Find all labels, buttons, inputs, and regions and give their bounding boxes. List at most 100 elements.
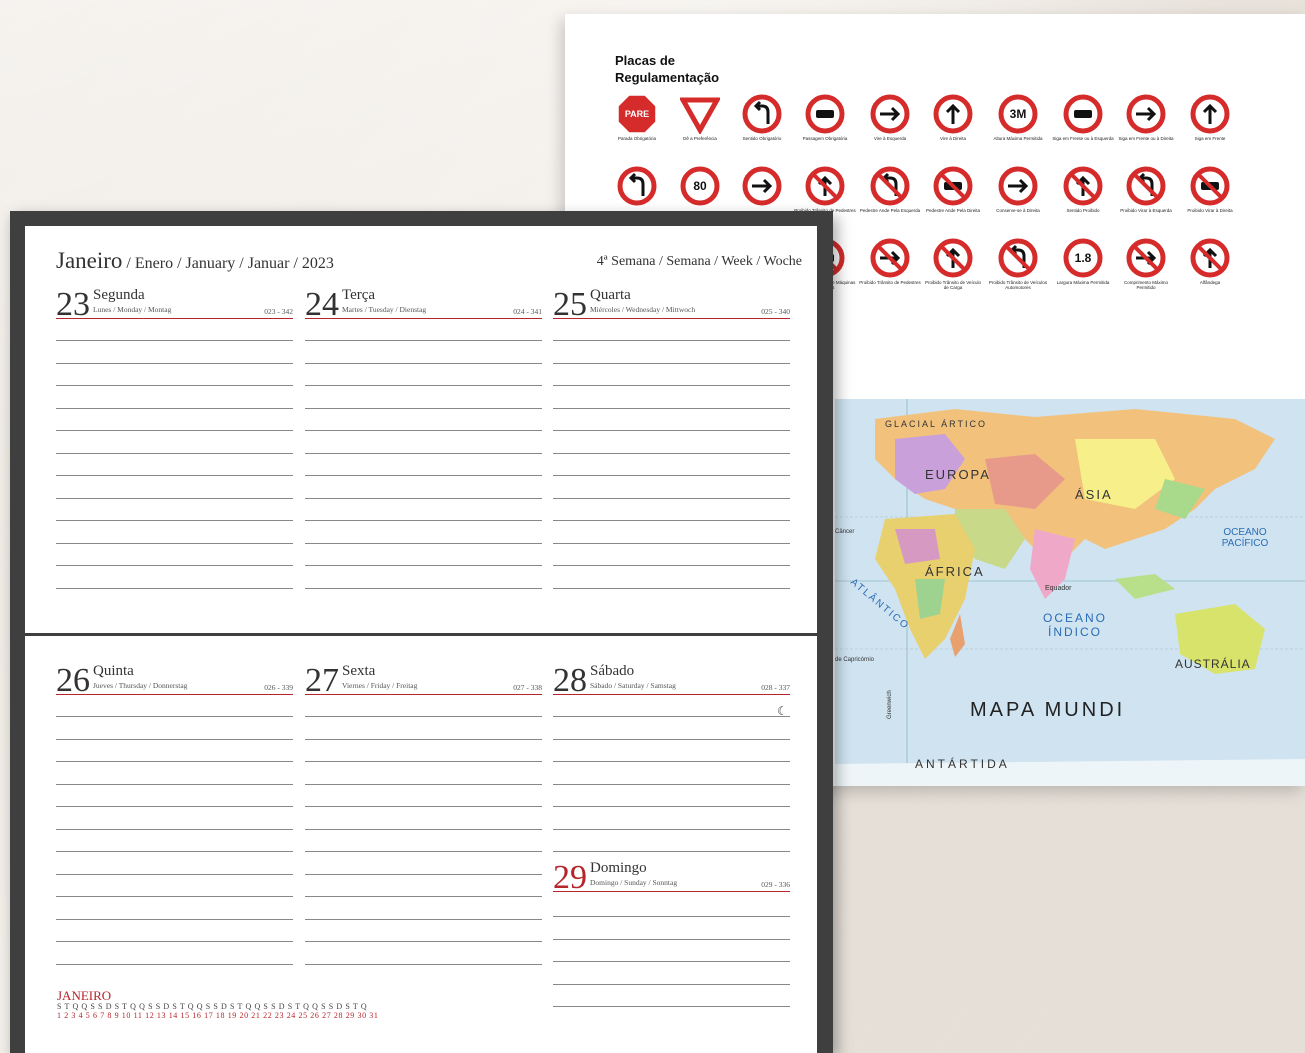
world-map-graphic — [835, 399, 1305, 786]
writing-line[interactable] — [305, 918, 542, 920]
writing-line[interactable] — [553, 407, 790, 409]
writing-line[interactable] — [305, 716, 542, 717]
map-label-asia: ÁSIA — [1075, 487, 1113, 502]
writing-line[interactable] — [553, 983, 790, 985]
writing-line[interactable] — [305, 362, 542, 364]
month-translations: / Enero / January / Januar / 2023 — [122, 255, 334, 272]
writing-line[interactable] — [553, 362, 790, 364]
writing-line[interactable] — [553, 497, 790, 499]
writing-line[interactable] — [553, 520, 790, 521]
planner-book: Janeiro / Enero / January / Januar / 202… — [10, 211, 833, 1053]
writing-line[interactable] — [553, 938, 790, 940]
writing-line[interactable] — [553, 916, 790, 917]
writing-line[interactable] — [56, 761, 293, 762]
writing-line[interactable] — [553, 961, 790, 962]
writing-line[interactable] — [305, 941, 542, 942]
writing-line[interactable] — [305, 761, 542, 762]
writing-line[interactable] — [56, 362, 293, 364]
writing-line[interactable] — [56, 828, 293, 830]
writing-line[interactable] — [56, 497, 293, 499]
writing-line[interactable] — [56, 407, 293, 409]
map-label-equador: Equador — [1045, 585, 1072, 592]
road-sign-caption: Parada Obrigatória — [617, 136, 657, 141]
writing-line[interactable] — [553, 452, 790, 454]
writing-line[interactable] — [56, 565, 293, 566]
road-sign: Proibido Virar à Esquerda — [1115, 166, 1177, 236]
map-label-cancer: Câncer — [835, 529, 855, 535]
writing-line[interactable] — [553, 430, 790, 431]
writing-line[interactable] — [305, 963, 542, 965]
writing-line[interactable] — [305, 738, 542, 740]
writing-line[interactable] — [553, 565, 790, 566]
writing-line[interactable] — [305, 475, 542, 476]
writing-line[interactable] — [553, 828, 790, 830]
writing-line[interactable] — [56, 783, 293, 785]
writing-line[interactable] — [56, 851, 293, 852]
road-sign-caption: Proibido Virar à Esquerda — [1120, 208, 1172, 213]
writing-line[interactable] — [553, 542, 790, 544]
writing-line[interactable] — [305, 828, 542, 830]
day-rule — [56, 318, 293, 319]
writing-line[interactable] — [56, 520, 293, 521]
day-translations: Jueves / Thursday / Donnerstag — [93, 681, 188, 690]
writing-line[interactable] — [305, 497, 542, 499]
day-code: 023 - 342 — [264, 307, 293, 316]
writing-line[interactable] — [56, 873, 293, 875]
writing-line[interactable] — [553, 1006, 790, 1007]
writing-line[interactable] — [553, 851, 790, 852]
road-sign-caption: Dê a Preferência — [683, 136, 717, 141]
road-sign: Proibido Trânsito de Veículo de Carga — [922, 238, 984, 308]
writing-line[interactable] — [553, 761, 790, 762]
writing-line[interactable] — [553, 475, 790, 476]
writing-line[interactable] — [56, 475, 293, 476]
writing-line[interactable] — [56, 716, 293, 717]
writing-line[interactable] — [305, 407, 542, 409]
writing-line[interactable] — [56, 918, 293, 920]
writing-line[interactable] — [305, 873, 542, 875]
writing-line[interactable] — [56, 806, 293, 807]
writing-line[interactable] — [56, 340, 293, 341]
writing-line[interactable] — [305, 565, 542, 566]
road-sign-caption: Proibido Trânsito de Veículos Automotore… — [988, 280, 1048, 290]
writing-line[interactable] — [56, 587, 293, 589]
mini-calendar: JANEIRO S T Q Q S S D S T Q Q S S D S T … — [57, 989, 379, 1020]
road-sign: Siga em Frente ou à Direita — [1115, 94, 1177, 164]
writing-line[interactable] — [305, 783, 542, 785]
writing-line[interactable] — [553, 806, 790, 807]
writing-line[interactable] — [56, 963, 293, 965]
writing-line[interactable] — [305, 385, 542, 386]
writing-line[interactable] — [305, 851, 542, 852]
writing-line[interactable] — [305, 452, 542, 454]
writing-line[interactable] — [553, 738, 790, 740]
month-header: Janeiro / Enero / January / Januar / 202… — [56, 248, 334, 274]
writing-line[interactable] — [56, 385, 293, 386]
svg-text:3M: 3M — [1010, 107, 1027, 121]
writing-line[interactable] — [56, 542, 293, 544]
writing-line[interactable] — [56, 941, 293, 942]
writing-line[interactable] — [553, 385, 790, 386]
signs-title-line1: Placas de — [615, 53, 675, 68]
svg-text:80: 80 — [693, 179, 707, 193]
writing-line[interactable] — [305, 587, 542, 589]
writing-line[interactable] — [553, 783, 790, 785]
road-sign-caption: Sentido Proibido — [1066, 208, 1100, 213]
writing-line[interactable] — [305, 520, 542, 521]
writing-line[interactable] — [305, 430, 542, 431]
road-sign-caption: Alfândega — [1199, 280, 1221, 285]
planner-page: Janeiro / Enero / January / Januar / 202… — [25, 226, 817, 1053]
writing-line[interactable] — [56, 896, 293, 897]
writing-line[interactable] — [553, 587, 790, 589]
writing-line[interactable] — [305, 542, 542, 544]
day-code: 028 - 337 — [761, 683, 790, 692]
writing-line[interactable] — [553, 716, 790, 717]
writing-line[interactable] — [305, 806, 542, 807]
writing-line[interactable] — [56, 452, 293, 454]
map-label-antartida: ANTÁRTIDA — [915, 757, 1010, 771]
writing-line[interactable] — [56, 738, 293, 740]
writing-line[interactable] — [553, 340, 790, 341]
writing-line[interactable] — [56, 430, 293, 431]
writing-line[interactable] — [305, 340, 542, 341]
road-sign: Passagem Obrigatória — [794, 94, 856, 164]
writing-line[interactable] — [305, 896, 542, 897]
day-translations: Domingo / Sunday / Sonntag — [590, 878, 678, 887]
